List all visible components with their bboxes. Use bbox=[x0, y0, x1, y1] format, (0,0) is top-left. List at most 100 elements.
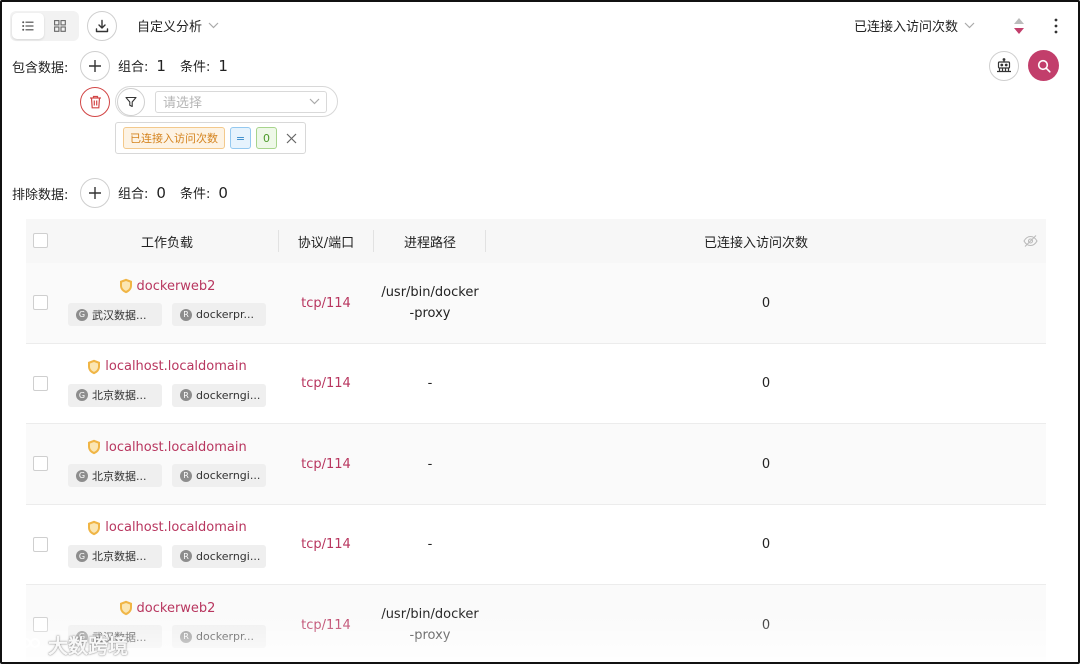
analysis-label: 自定义分析 bbox=[137, 20, 203, 35]
role-badge-icon: R bbox=[180, 550, 192, 562]
close-icon bbox=[286, 133, 296, 143]
sort-dropdown[interactable]: 已连接入访问次数 bbox=[854, 16, 975, 35]
protocol-port-link[interactable]: tcp/114 bbox=[278, 344, 374, 424]
exclude-add-button[interactable] bbox=[80, 178, 110, 208]
protocol-port-link[interactable]: tcp/114 bbox=[278, 263, 374, 343]
watermark-logo-icon bbox=[13, 636, 40, 654]
inbound-count: 0 bbox=[761, 456, 771, 472]
view-toggle bbox=[10, 11, 79, 41]
process-path-text: - bbox=[427, 456, 433, 472]
remove-condition-button[interactable] bbox=[284, 131, 298, 145]
table-row[interactable]: dockerweb2 G 武汉数据... Rdockerpr... tcp/114/us… bbox=[26, 585, 1046, 662]
column-header-workload[interactable]: 工作负载 bbox=[26, 219, 308, 263]
filter-button[interactable] bbox=[117, 87, 145, 116]
shield-icon bbox=[119, 278, 132, 294]
filter-row: 请选择 bbox=[115, 86, 338, 117]
role-tag[interactable]: Rdockerngi... bbox=[172, 544, 266, 568]
row-checkbox[interactable] bbox=[33, 456, 48, 471]
filter-icon bbox=[125, 96, 137, 107]
column-header-process-path[interactable]: 进程路径 bbox=[374, 219, 486, 263]
grid-icon bbox=[54, 20, 66, 32]
group-badge-icon: G bbox=[76, 389, 88, 401]
analysis-dropdown[interactable]: 自定义分析 bbox=[137, 16, 219, 35]
role-badge-icon: R bbox=[180, 308, 192, 321]
shield-icon bbox=[119, 600, 132, 616]
workload-link[interactable]: localhost.localdomain bbox=[26, 439, 308, 455]
delete-group-button[interactable] bbox=[80, 87, 110, 117]
row-checkbox[interactable] bbox=[33, 375, 48, 391]
group-tag[interactable]: G 北京数据... bbox=[68, 544, 162, 568]
field-select[interactable]: 请选择 bbox=[155, 90, 327, 113]
list-view-button[interactable] bbox=[12, 13, 44, 39]
table-row[interactable]: dockerweb2 G 武汉数据... Rdockerpr... tcp/114/us… bbox=[26, 263, 1046, 344]
more-vertical-icon[interactable] bbox=[1052, 16, 1060, 36]
shield-icon bbox=[88, 520, 101, 535]
role-badge-icon: R bbox=[180, 630, 192, 643]
results-table: 工作负载 协议/端口 进程路径 已连接入访问次数 dockerweb2 G 武汉数据… bbox=[26, 219, 1046, 662]
trash-icon bbox=[89, 95, 101, 109]
process-path-text: - bbox=[427, 537, 433, 552]
grid-view-button[interactable] bbox=[44, 13, 76, 39]
process-path: - bbox=[374, 505, 486, 585]
search-button[interactable] bbox=[1028, 50, 1059, 81]
inbound-count: 0 bbox=[761, 617, 771, 633]
condition-field-tag[interactable]: 已连接入访问次数 bbox=[123, 127, 225, 149]
role-tag-label: dockerngi... bbox=[196, 388, 261, 402]
group-tag-label: 武汉数据... bbox=[92, 308, 147, 322]
process-path-text: /usr/bin/docker-proxy bbox=[381, 607, 479, 643]
include-label: 包含数据: bbox=[12, 61, 69, 76]
chevron-down-icon bbox=[309, 98, 320, 105]
workload-link[interactable]: localhost.localdomain bbox=[26, 520, 308, 536]
process-path: /usr/bin/docker-proxy bbox=[374, 585, 486, 662]
group-tag[interactable]: G 北京数据... bbox=[68, 383, 162, 407]
protocol-port-link[interactable]: tcp/114 bbox=[278, 505, 374, 585]
group-tag-label: 北京数据... bbox=[92, 389, 147, 402]
column-header-inbound-count[interactable]: 已连接入访问次数 bbox=[486, 219, 1026, 263]
role-tag[interactable]: Rdockerpr... bbox=[172, 625, 266, 648]
process-path-text: /usr/bin/docker-proxy bbox=[381, 285, 479, 321]
workload-tags: G 武汉数据... Rdockerpr... bbox=[68, 303, 266, 326]
row-checkbox[interactable] bbox=[33, 295, 48, 310]
group-tag-label: 北京数据... bbox=[92, 469, 147, 483]
process-path: - bbox=[374, 344, 486, 424]
eye-off-icon[interactable] bbox=[1023, 234, 1038, 248]
group-count: 1 bbox=[156, 56, 166, 75]
workload-name: localhost.localdomain bbox=[105, 520, 247, 535]
column-header-protocol-port[interactable]: 协议/端口 bbox=[278, 219, 374, 263]
group-tag[interactable]: G 北京数据... bbox=[68, 464, 162, 487]
download-button[interactable] bbox=[87, 11, 117, 41]
table-row[interactable]: localhost.localdomain G 北京数据... Rdockerngi.… bbox=[26, 505, 1046, 585]
protocol-port-link[interactable]: tcp/114 bbox=[278, 585, 374, 662]
inbound-count: 0 bbox=[761, 295, 771, 311]
workload-tags: G 北京数据... Rdockerngi... bbox=[68, 544, 266, 568]
group-count: 0 bbox=[156, 183, 166, 202]
condition-operator-tag[interactable]: = bbox=[230, 127, 251, 149]
table-row[interactable]: localhost.localdomain G 北京数据... Rdockerngi.… bbox=[26, 424, 1046, 505]
protocol-port-link[interactable]: tcp/114 bbox=[278, 424, 374, 504]
role-tag[interactable]: Rdockerngi... bbox=[172, 464, 266, 487]
condition-value-tag[interactable]: 0 bbox=[256, 127, 277, 149]
robot-button[interactable] bbox=[989, 51, 1019, 81]
role-tag[interactable]: Rdockerngi... bbox=[172, 383, 266, 407]
role-tag-label: dockerpr... bbox=[196, 308, 255, 321]
sort-order-icon[interactable] bbox=[1013, 16, 1025, 36]
exclude-stats: 组合: 0 条件: 0 bbox=[118, 183, 242, 203]
include-stats: 组合: 1 条件: 1 bbox=[118, 56, 242, 76]
process-path: /usr/bin/docker-proxy bbox=[374, 263, 486, 343]
group-badge-icon: G bbox=[76, 308, 88, 321]
include-add-button[interactable] bbox=[80, 51, 110, 81]
list-icon bbox=[22, 21, 34, 31]
group-badge-icon: G bbox=[76, 469, 88, 482]
exclude-label: 排除数据: bbox=[12, 188, 69, 203]
workload-link[interactable]: dockerweb2 bbox=[26, 278, 308, 294]
role-tag[interactable]: Rdockerpr... bbox=[172, 303, 266, 326]
row-checkbox[interactable] bbox=[33, 536, 48, 552]
plus-icon bbox=[89, 60, 101, 72]
process-path: - bbox=[374, 424, 486, 504]
workload-name: dockerweb2 bbox=[136, 600, 216, 616]
table-row[interactable]: localhost.localdomain G 北京数据... Rdockerngi.… bbox=[26, 344, 1046, 424]
group-badge-icon: G bbox=[76, 550, 88, 562]
group-tag[interactable]: G 武汉数据... bbox=[68, 303, 162, 326]
workload-link[interactable]: localhost.localdomain bbox=[26, 359, 308, 375]
workload-link[interactable]: dockerweb2 bbox=[26, 600, 308, 616]
